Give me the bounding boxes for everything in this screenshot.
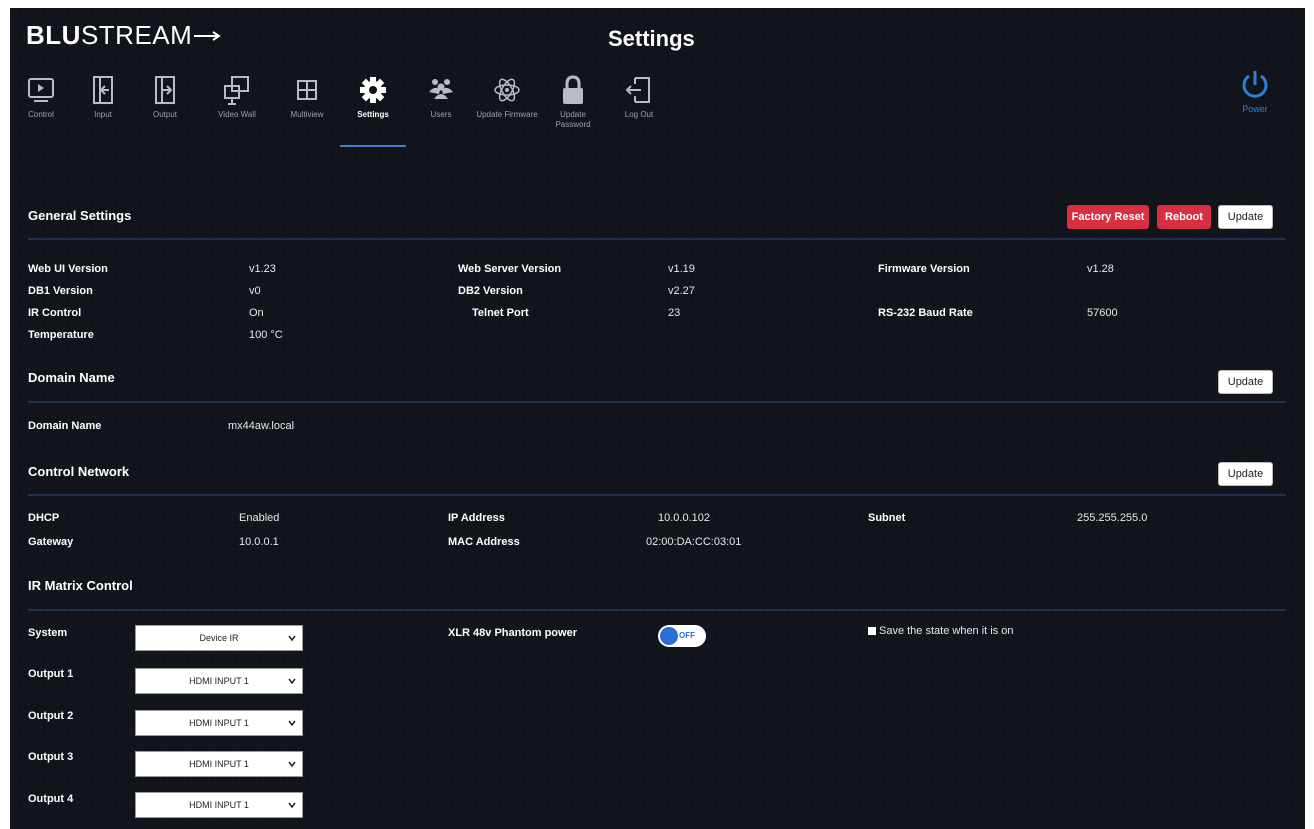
dhcp-value: Enabled (239, 512, 280, 524)
mac-address-value: 02:00:DA:CC:03:01 (646, 536, 742, 548)
web-ui-version-value: v1.23 (249, 263, 276, 275)
nav-users[interactable]: Users (410, 74, 472, 120)
save-state-label: Save the state when it is on (879, 625, 1014, 637)
chevron-down-icon (288, 678, 296, 685)
gear-icon (360, 77, 386, 103)
ip-address-label: IP Address (448, 512, 505, 524)
nav-settings[interactable]: Settings (342, 74, 404, 120)
web-ui-version-label: Web UI Version (28, 263, 108, 275)
page-title: Settings (608, 26, 695, 51)
input-icon (93, 76, 113, 104)
gateway-value: 10.0.0.1 (239, 536, 279, 548)
telnet-port-label: Telnet Port (472, 307, 529, 319)
phantom-power-toggle[interactable]: OFF (658, 625, 706, 647)
divider (28, 401, 1286, 403)
chevron-down-icon (288, 761, 296, 768)
ip-address-value: 10.0.0.102 (658, 512, 710, 524)
video-wall-icon (224, 76, 249, 105)
system-label: System (28, 627, 68, 639)
db2-version-label: DB2 Version (458, 285, 523, 297)
divider (28, 494, 1286, 496)
domain-update-button[interactable]: Update (1218, 370, 1273, 394)
chevron-down-icon (288, 720, 296, 727)
control-network-title: Control Network (28, 464, 130, 479)
domain-name-title: Domain Name (28, 370, 115, 385)
temperature-value: 100 °C (249, 329, 283, 341)
firmware-version-label: Firmware Version (878, 263, 970, 275)
output-4-label: Output 4 (28, 793, 74, 805)
db1-version-label: DB1 Version (28, 285, 93, 297)
multiview-icon (297, 80, 317, 100)
logo-arrow-icon (194, 30, 222, 41)
divider (28, 609, 1286, 611)
phantom-power-label: XLR 48v Phantom power (448, 627, 577, 639)
reboot-button[interactable]: Reboot (1157, 205, 1211, 229)
divider (28, 238, 1286, 240)
control-screen-icon (28, 78, 54, 102)
web-server-version-label: Web Server Version (458, 263, 562, 275)
lock-icon (563, 75, 583, 104)
nav-output[interactable]: Output (134, 74, 196, 120)
firmware-version-value: v1.28 (1087, 263, 1114, 275)
output-4-select[interactable]: HDMI INPUT 1 (135, 792, 303, 818)
factory-reset-button[interactable]: Factory Reset (1067, 205, 1149, 229)
domain-name-label: Domain Name (28, 420, 102, 432)
mac-address-label: MAC Address (448, 536, 520, 548)
power-icon (1242, 71, 1268, 98)
users-icon (429, 79, 453, 99)
nav-update-firmware[interactable]: Update Firmware (476, 74, 538, 120)
ir-control-label: IR Control (28, 307, 82, 319)
output-2-select[interactable]: HDMI INPUT 1 (135, 710, 303, 736)
ir-matrix-title: IR Matrix Control (28, 578, 133, 593)
subnet-value: 255.255.255.0 (1077, 512, 1148, 524)
network-update-button[interactable]: Update (1218, 462, 1273, 486)
output-3-label: Output 3 (28, 751, 74, 763)
output-2-label: Output 2 (28, 710, 74, 722)
general-settings-title: General Settings (28, 208, 132, 223)
db1-version-value: v0 (249, 285, 261, 297)
nav-multiview[interactable]: Multiview (276, 74, 338, 120)
nav-video-wall[interactable]: Video Wall (206, 74, 268, 120)
nav-log-out[interactable]: Log Out (608, 74, 670, 120)
domain-name-value: mx44aw.local (228, 420, 295, 432)
output-1-label: Output 1 (28, 668, 74, 680)
dhcp-label: DHCP (28, 512, 60, 524)
output-icon (155, 76, 175, 104)
nav-input[interactable]: Input (72, 74, 134, 120)
output-3-select[interactable]: HDMI INPUT 1 (135, 751, 303, 777)
save-state-checkbox[interactable] (868, 627, 876, 635)
temperature-label: Temperature (28, 329, 94, 341)
baud-rate-label: RS-232 Baud Rate (878, 307, 973, 319)
chevron-down-icon (288, 635, 296, 642)
output-1-select[interactable]: HDMI INPUT 1 (135, 668, 303, 694)
web-server-version-value: v1.19 (668, 263, 695, 275)
baud-rate-value: 57600 (1087, 307, 1118, 319)
logout-icon (625, 77, 650, 103)
power-button[interactable]: Power (1235, 68, 1275, 114)
chevron-down-icon (288, 802, 296, 809)
ir-control-value: On (249, 307, 264, 319)
atom-icon (494, 78, 520, 102)
toggle-knob (660, 627, 678, 645)
active-tab-indicator (340, 145, 406, 147)
blustream-logo: BLU STREAM (26, 20, 224, 51)
subnet-label: Subnet (868, 512, 906, 524)
settings-page: BLU STREAM Settings Control Input Output… (10, 8, 1305, 829)
nav-update-password[interactable]: Update Password (542, 74, 604, 130)
general-update-button[interactable]: Update (1218, 205, 1273, 229)
gateway-label: Gateway (28, 536, 74, 548)
telnet-port-value: 23 (668, 307, 681, 319)
nav-control[interactable]: Control (10, 74, 72, 120)
system-select[interactable]: Device IR (135, 625, 303, 651)
db2-version-value: v2.27 (668, 285, 695, 297)
